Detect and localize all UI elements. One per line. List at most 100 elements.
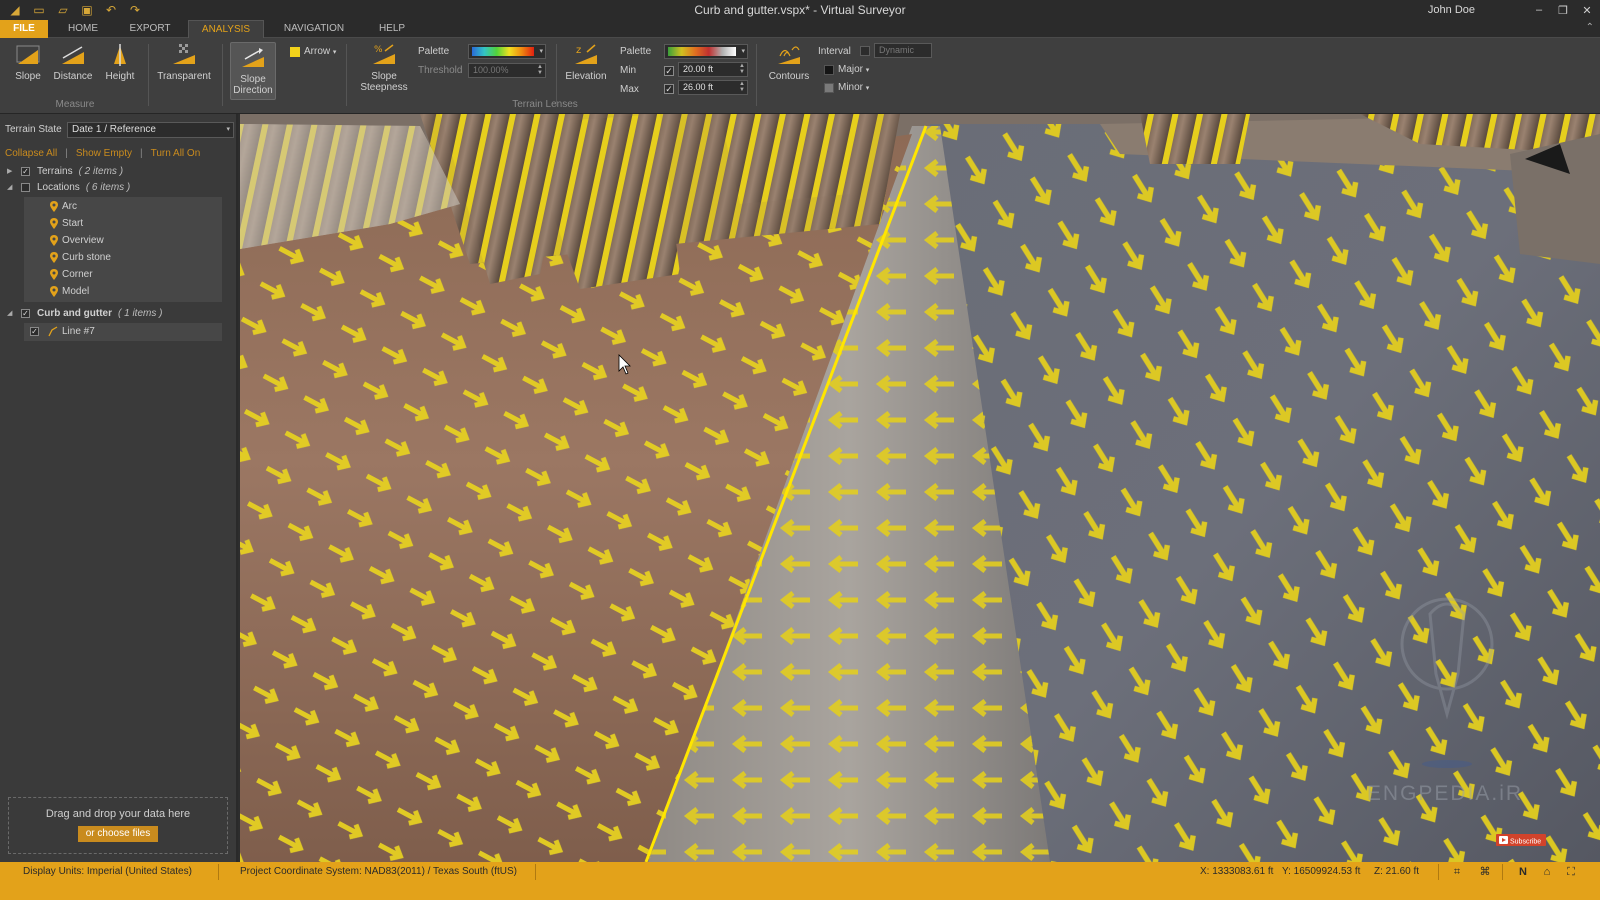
slope-direction-icon — [242, 48, 264, 67]
cursor-z: Z: 21.60 ft — [1374, 866, 1420, 877]
project-panel: Terrain State Date 1 / Reference ▾ Collap… — [0, 114, 238, 862]
arrow-dropdown[interactable]: Arrow ▾ — [304, 46, 336, 57]
min-field[interactable]: 20.00 ft ▲ ▼ — [678, 62, 748, 77]
tab-help[interactable]: HELP — [364, 20, 420, 38]
polyline-icon — [48, 326, 58, 337]
max-field[interactable]: 26.00 ft ▲ ▼ — [678, 80, 748, 95]
expand-icon[interactable]: ▶ — [7, 163, 12, 180]
user-name[interactable]: John Doe — [1428, 0, 1475, 20]
tab-navigation[interactable]: NAVIGATION — [276, 20, 352, 38]
save-icon[interactable]: ▣ — [80, 3, 94, 17]
elevation-icon: z — [575, 44, 597, 64]
list-item[interactable]: Arc — [24, 198, 222, 215]
3d-viewport[interactable]: ENGPEDIA.iR Subscribe — [240, 114, 1600, 862]
slope-steepness-button[interactable]: % Slope Steepness — [352, 42, 416, 93]
interval-field[interactable]: Dynamic — [874, 43, 932, 58]
location-pin-icon — [50, 235, 58, 246]
height-button[interactable]: Height — [100, 42, 140, 82]
collapse-icon[interactable]: ◢ — [7, 179, 12, 196]
list-item[interactable]: Corner — [24, 266, 222, 283]
tree-node-terrains[interactable]: ▶ ✓ Terrains( 2 items ) — [0, 163, 236, 180]
curb-gutter-checkbox[interactable]: ✓ — [21, 309, 30, 318]
max-checkbox[interactable]: ✓ — [664, 84, 674, 94]
arrow-color-swatch[interactable] — [290, 47, 300, 57]
open-icon[interactable]: ▱ — [56, 3, 70, 17]
show-empty-link[interactable]: Show Empty — [76, 148, 132, 159]
tab-export[interactable]: EXPORT — [122, 20, 178, 38]
location-pin-icon — [50, 252, 58, 263]
tab-file[interactable]: FILE — [0, 20, 48, 38]
undo-icon[interactable]: ↶ — [104, 3, 118, 17]
tree-node-locations[interactable]: ◢ Locations( 6 items ) — [0, 179, 236, 196]
collapse-ribbon-icon[interactable]: ⌃ — [1586, 22, 1594, 33]
minor-dropdown[interactable]: Minor ▾ — [838, 82, 869, 93]
view-3d-icon[interactable]: ⌘ — [1478, 865, 1492, 879]
restore-icon[interactable]: ❐ — [1556, 4, 1570, 17]
svg-text:z: z — [576, 45, 581, 56]
quick-access-toolbar: ◢ ▭ ▱ ▣ ↶ ↷ — [0, 0, 142, 20]
transparent-button[interactable]: Transparent — [156, 42, 212, 82]
threshold-field[interactable]: 100.00% ▲ ▼ — [468, 63, 546, 78]
view-2d-icon[interactable]: ⌗ — [1450, 865, 1464, 879]
locations-list: Arc Start Overview Curb stone Corner Mod… — [24, 197, 222, 302]
min-checkbox[interactable]: ✓ — [664, 66, 674, 76]
tab-home[interactable]: HOME — [56, 20, 110, 38]
elevation-palette-dropdown[interactable]: ▾ — [664, 44, 748, 59]
minor-color-swatch[interactable] — [824, 83, 834, 93]
contours-button[interactable]: Contours — [764, 42, 814, 82]
list-item[interactable]: Model — [24, 283, 222, 300]
subscribe-badge[interactable]: Subscribe — [1496, 834, 1546, 846]
collapse-all-link[interactable]: Collapse All — [5, 148, 57, 159]
list-item[interactable]: Overview — [24, 232, 222, 249]
new-icon[interactable]: ▭ — [32, 3, 46, 17]
curb-gutter-list: ✓ Line #7 — [24, 323, 222, 341]
min-label: Min — [620, 65, 637, 76]
drop-zone-text: Drag and drop your data here — [45, 808, 191, 820]
svg-text:Subscribe: Subscribe — [1510, 839, 1541, 846]
data-drop-zone[interactable]: Drag and drop your data here or choose f… — [8, 797, 228, 854]
display-units[interactable]: Display Units: Imperial (United States) — [23, 862, 192, 882]
ribbon-tabs: FILE HOME EXPORT ANALYSIS NAVIGATION HEL… — [0, 20, 1600, 38]
terrain-scene: ENGPEDIA.iR Subscribe — [240, 114, 1600, 862]
locations-checkbox[interactable] — [21, 183, 30, 192]
major-dropdown[interactable]: Major ▾ — [838, 64, 869, 75]
slope-icon — [16, 45, 40, 64]
slope-button[interactable]: Slope — [8, 42, 48, 82]
window-title: Curb and gutter.vspx* - Virtual Surveyor — [694, 3, 906, 17]
terrains-checkbox[interactable]: ✓ — [21, 167, 30, 176]
tree-toolbar: Collapse All | Show Empty | Turn All On — [5, 148, 201, 159]
turn-all-on-link[interactable]: Turn All On — [151, 148, 201, 159]
list-item[interactable]: Start — [24, 215, 222, 232]
ribbon: Slope Distance Height Measure Transparen… — [0, 38, 1600, 114]
redo-icon[interactable]: ↷ — [128, 3, 142, 17]
list-item[interactable]: ✓ Line #7 — [24, 323, 222, 340]
cursor-y: Y: 16509924.53 ft — [1282, 866, 1361, 877]
north-icon[interactable]: N — [1516, 865, 1530, 879]
tab-analysis[interactable]: ANALYSIS — [188, 20, 264, 38]
interval-checkbox[interactable] — [860, 46, 870, 56]
location-pin-icon — [50, 201, 58, 212]
terrain-state-select[interactable]: Date 1 / Reference ▾ — [67, 122, 234, 138]
list-item[interactable]: Curb stone — [24, 249, 222, 266]
app-logo-icon[interactable]: ◢ — [8, 3, 22, 17]
measure-group-label: Measure — [55, 99, 95, 110]
distance-icon — [62, 46, 84, 64]
elevation-button[interactable]: z Elevation — [562, 42, 610, 82]
coordinate-system[interactable]: Project Coordinate System: NAD83(2011) /… — [240, 862, 517, 882]
tree-node-curb-and-gutter[interactable]: ◢ ✓ Curb and gutter( 1 items ) — [0, 305, 236, 322]
interval-label: Interval — [818, 46, 851, 57]
slope-direction-button[interactable]: Slope Direction — [230, 42, 276, 100]
collapse-icon[interactable]: ◢ — [7, 305, 12, 322]
cursor-x: X: 1333083.61 ft — [1200, 866, 1274, 877]
close-icon[interactable]: ✕ — [1580, 4, 1594, 17]
steepness-palette-dropdown[interactable]: ▾ — [468, 44, 546, 59]
fullscreen-icon[interactable]: ⛶ — [1564, 865, 1578, 879]
major-color-swatch[interactable] — [824, 65, 834, 75]
distance-button[interactable]: Distance — [52, 42, 94, 82]
minimize-icon[interactable]: – — [1532, 4, 1546, 16]
transparent-icon — [173, 44, 195, 64]
home-icon[interactable]: ⌂ — [1540, 865, 1554, 879]
max-label: Max — [620, 84, 639, 95]
choose-files-button[interactable]: or choose files — [77, 826, 159, 842]
line-checkbox[interactable]: ✓ — [30, 327, 39, 336]
